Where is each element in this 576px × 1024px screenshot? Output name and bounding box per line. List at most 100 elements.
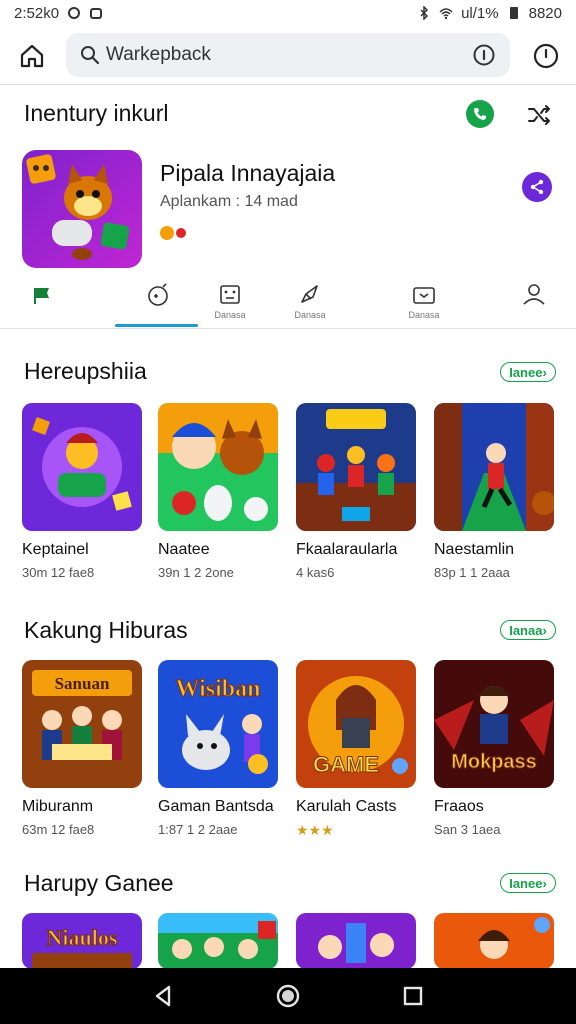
app-card[interactable]: Niaulos: [22, 913, 142, 969]
status-time: 2:52k0: [14, 4, 60, 22]
flag-icon: [34, 288, 49, 304]
alert-badge: [176, 228, 186, 238]
featured-app-artwork: [22, 150, 142, 268]
tab-games[interactable]: [128, 276, 188, 328]
featured-app-title: Pipala Innayajaia: [160, 160, 336, 186]
share-icon: [530, 179, 544, 195]
app-thumbnail: Mokpass: [434, 660, 554, 788]
chevron-right-icon: ›: [542, 622, 547, 638]
app-thumbnail: [296, 913, 416, 969]
more-button[interactable]: Ianaa ›: [500, 620, 556, 640]
app-name: Keptainel: [22, 541, 89, 558]
home-circle-icon[interactable]: [273, 981, 303, 1011]
app-card[interactable]: Naatee 39n 1 2 2one: [158, 403, 278, 580]
phone-icon: [474, 108, 486, 120]
recents-icon[interactable]: [398, 981, 428, 1011]
search-input[interactable]: Warkepback: [66, 33, 510, 77]
notification-icon: [68, 7, 81, 19]
status-left: 2:52k0: [14, 5, 103, 22]
more-button[interactable]: Ianee ›: [500, 362, 556, 382]
page-title: Inentury inkurl: [24, 100, 169, 126]
tab-action[interactable]: Danasa: [280, 276, 340, 328]
battery-text: 8820: [528, 4, 562, 22]
app-thumbnail: [296, 403, 416, 531]
tab-flag[interactable]: [12, 276, 72, 328]
search-icon: [81, 46, 100, 65]
app-card[interactable]: Sanuan Miburanm 63m 12 fae8: [22, 660, 142, 837]
app-meta: 1:87 1 2 2aae: [158, 822, 238, 837]
app-name: Miburanm: [22, 798, 94, 815]
more-button[interactable]: Ianee ›: [500, 873, 556, 893]
app-meta: 83p 1 1 2aaa: [434, 565, 510, 580]
app-thumbnail: [158, 403, 278, 531]
controller-icon: [148, 283, 168, 306]
app-thumbnail: [434, 403, 554, 531]
app-name: Naestamlin: [434, 541, 515, 558]
section-title: Kakung Hiburas: [24, 617, 188, 643]
app-thumbnail: [22, 403, 142, 531]
tab-dice[interactable]: Danasa: [200, 276, 260, 328]
app-card[interactable]: Keptainel 30m 12 fae8: [22, 403, 142, 580]
app-card[interactable]: [296, 913, 416, 969]
rating-badge: [160, 226, 174, 240]
app-name: Karulah Casts: [296, 798, 397, 815]
tab-video[interactable]: Danasa: [394, 276, 454, 328]
share-button[interactable]: [522, 172, 552, 202]
search-text: Warkepback: [106, 44, 211, 65]
app-name: Naatee: [158, 541, 210, 558]
thumbnail-title: Wisiban: [176, 676, 261, 702]
back-icon[interactable]: [148, 981, 178, 1011]
app-name: Gaman Bantsda: [158, 798, 274, 815]
tab-profile[interactable]: [504, 276, 564, 328]
thumbnail-title: Sanuan: [55, 674, 110, 693]
tab-indicator: [115, 324, 198, 327]
clock-icon[interactable]: [532, 42, 560, 70]
app-card[interactable]: Fkaalaraularla 4 kas6: [296, 403, 416, 580]
info-icon[interactable]: [472, 43, 496, 67]
featured-app-icon[interactable]: [22, 150, 142, 268]
app-thumbnail: [434, 913, 554, 969]
status-right: ul/1% 8820: [417, 5, 562, 22]
shuffle-icon[interactable]: [526, 102, 552, 128]
divider: [0, 328, 576, 329]
dice-icon: [220, 285, 240, 304]
app-thumbnail: [158, 913, 278, 969]
app-card[interactable]: [434, 913, 554, 969]
chevron-right-icon: ›: [542, 875, 547, 891]
section-title: Hereupshiia: [24, 358, 147, 384]
search-row: Warkepback: [0, 32, 576, 78]
chevron-right-icon: ›: [542, 364, 547, 380]
app-badges: [160, 226, 186, 240]
home-button[interactable]: [14, 38, 50, 74]
app-name: Fkaalaraularla: [296, 541, 398, 558]
wifi-icon: [439, 8, 453, 20]
app-meta: 39n 1 2 2one: [158, 565, 234, 580]
app-card[interactable]: Naestamlin 83p 1 1 2aaa: [434, 403, 554, 580]
thumbnail-title: Niaulos: [47, 925, 118, 950]
rating-stars: ★★★: [296, 822, 334, 838]
app-card[interactable]: Wisiban Gaman Bantsda 1:87 1 2 2aae: [158, 660, 278, 837]
app-meta: 30m 12 fae8: [22, 565, 95, 580]
call-button[interactable]: [466, 100, 494, 128]
bluetooth-icon: [420, 6, 429, 20]
app-meta: San 3 1aea: [434, 822, 501, 837]
app-card[interactable]: GAME Karulah Casts ★★★: [296, 660, 416, 839]
app-thumbnail: Sanuan: [22, 660, 142, 788]
category-tabs: Danasa Danasa Danasa: [0, 276, 576, 328]
status-bar: 2:52k0 ul/1% 8820: [0, 0, 576, 26]
app-meta: 4 kas6: [296, 565, 335, 580]
app-card[interactable]: Mokpass Fraaos San 3 1aea: [434, 660, 554, 837]
app-card[interactable]: [158, 913, 278, 969]
home-icon: [20, 44, 44, 68]
app-thumbnail: GAME: [296, 660, 416, 788]
thumbnail-title: GAME: [313, 752, 379, 777]
app-name: Fraaos: [434, 798, 484, 815]
app-meta: 63m 12 fae8: [22, 822, 95, 837]
system-nav-bar: [0, 968, 576, 1024]
signal-text: ul/1%: [461, 4, 499, 22]
app-thumbnail: Wisiban: [158, 660, 278, 788]
battery-icon: [509, 7, 518, 19]
app-notification-icon: [90, 8, 103, 19]
rocket-icon: [301, 285, 318, 303]
featured-app-subtitle: Aplankam : 14 mad: [160, 193, 298, 210]
